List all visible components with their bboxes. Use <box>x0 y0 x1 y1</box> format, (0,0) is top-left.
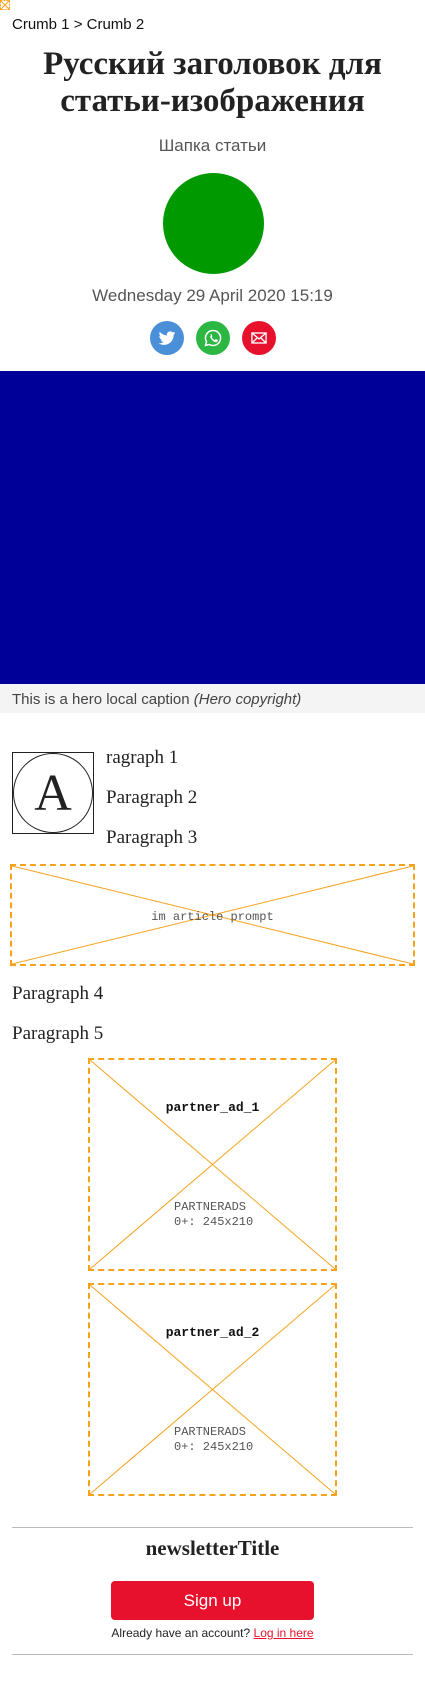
newsletter-title: newsletterTitle <box>145 1536 280 1560</box>
partner-ad-2[interactable]: partner_ad_2 PARTNERADS 0+: 245x210 <box>88 1283 337 1496</box>
ad-slot-size: 0+: 245x210 <box>174 1440 254 1454</box>
paragraph-4: Paragraph 4 <box>12 983 104 1004</box>
author-avatar <box>163 173 264 274</box>
ad-slot-type: PARTNERADS <box>174 1200 247 1214</box>
ad-slot-meta: PARTNERADS 0+: 245x210 <box>174 1425 253 1455</box>
hero-caption-text: This is a hero local caption <box>12 691 190 708</box>
signup-button[interactable]: Sign up <box>111 1581 314 1620</box>
twitter-icon <box>158 331 176 345</box>
paragraph-1: ragraph 1 <box>106 747 179 768</box>
breadcrumb-item-1[interactable]: Crumb 1 <box>12 16 70 33</box>
ad-slot-size: 0+: 245x210 <box>174 1215 254 1229</box>
article-prompt-placeholder: im article prompt <box>10 864 415 966</box>
share-email-button[interactable] <box>242 321 276 355</box>
login-prompt: Already have an account? Log in here <box>0 1626 425 1640</box>
share-twitter-button[interactable] <box>150 321 184 355</box>
breadcrumb: Crumb 1 > Crumb 2 <box>12 16 144 33</box>
login-link[interactable]: Log in here <box>254 1626 314 1640</box>
article-standfirst: Шапка статьи <box>158 136 267 155</box>
corner-placeholder-icon <box>0 0 10 10</box>
drop-cap: A <box>12 752 94 834</box>
partner-ad-1[interactable]: partner_ad_1 PARTNERADS 0+: 245x210 <box>88 1058 337 1271</box>
drop-cap-letter: A <box>13 753 93 833</box>
placeholder-cross-icon <box>90 1060 335 1269</box>
newsletter-divider-bottom <box>12 1654 413 1655</box>
breadcrumb-item-2[interactable]: Crumb 2 <box>87 16 145 33</box>
article-title: Русский заголовок для статьи-изображения <box>43 46 382 119</box>
ad-slot-type: PARTNERADS <box>174 1425 247 1439</box>
hero-copyright: (Hero copyright) <box>193 691 302 708</box>
ad-slot-meta: PARTNERADS 0+: 245x210 <box>174 1200 253 1230</box>
article-prompt-label: im article prompt <box>151 910 274 924</box>
paragraph-5: Paragraph 5 <box>12 1023 104 1044</box>
placeholder-cross-icon <box>90 1285 335 1494</box>
ad-slot-name: partner_ad_1 <box>165 1100 260 1115</box>
article-date: Wednesday 29 April 2020 15:19 <box>92 286 333 305</box>
email-icon <box>251 332 267 344</box>
whatsapp-icon <box>204 329 222 347</box>
breadcrumb-separator: > <box>73 16 83 33</box>
hero-caption: This is a hero local caption (Hero copyr… <box>0 684 425 713</box>
ad-slot-name: partner_ad_2 <box>165 1325 260 1340</box>
account-text: Already have an account? <box>111 1626 251 1640</box>
paragraph-3: Paragraph 3 <box>106 827 198 848</box>
paragraph-2: Paragraph 2 <box>106 787 198 808</box>
hero-image <box>0 371 425 684</box>
newsletter-divider-top <box>12 1527 413 1528</box>
share-whatsapp-button[interactable] <box>196 321 230 355</box>
